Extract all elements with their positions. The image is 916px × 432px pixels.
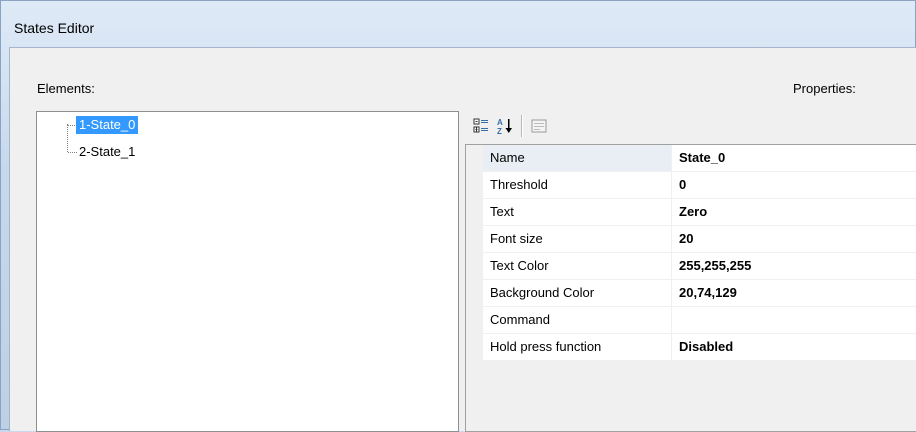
tree-item-state-0[interactable]: 1-State_0: [76, 116, 139, 134]
window-title: States Editor: [14, 20, 95, 36]
property-name: Hold press function: [483, 334, 672, 360]
property-name: Text: [483, 199, 672, 225]
row-margin: [466, 307, 483, 333]
row-margin: [466, 280, 483, 306]
property-row-hold-press-function[interactable]: Hold press function Disabled: [466, 334, 916, 361]
tree-item-state-1[interactable]: 2-State_1: [76, 143, 138, 161]
property-row-text[interactable]: Text Zero: [466, 199, 916, 226]
svg-text:A: A: [497, 118, 503, 127]
property-list: Name State_0 Threshold 0 Text Zero Font …: [466, 145, 916, 361]
property-row-font-size[interactable]: Font size 20: [466, 226, 916, 253]
property-name: Text Color: [483, 253, 672, 279]
row-margin: [466, 226, 483, 252]
tree-connector-line: [67, 124, 68, 152]
property-value[interactable]: 0: [672, 172, 916, 198]
property-row-name[interactable]: Name State_0: [466, 145, 916, 172]
alphabetical-button[interactable]: A Z: [495, 116, 515, 136]
property-row-threshold[interactable]: Threshold 0: [466, 172, 916, 199]
property-row-command[interactable]: Command: [466, 307, 916, 334]
row-margin: [466, 199, 483, 225]
categorized-icon: [473, 118, 488, 133]
property-grid[interactable]: Name State_0 Threshold 0 Text Zero Font …: [465, 144, 916, 432]
alphabetical-sort-icon: A Z: [497, 118, 512, 135]
title-bar[interactable]: States Editor: [1, 1, 916, 47]
property-value[interactable]: Zero: [672, 199, 916, 225]
properties-label: Properties:: [793, 81, 856, 96]
property-value[interactable]: [672, 307, 916, 333]
row-margin: [466, 172, 483, 198]
svg-text:Z: Z: [497, 127, 502, 135]
dialog-client-area: Elements: Properties: 1-State_0 2-State_…: [9, 47, 916, 432]
property-name: Background Color: [483, 280, 672, 306]
property-value[interactable]: 20,74,129: [672, 280, 916, 306]
categorized-button[interactable]: [471, 116, 491, 136]
property-row-background-color[interactable]: Background Color 20,74,129: [466, 280, 916, 307]
property-value[interactable]: 20: [672, 226, 916, 252]
property-name: Font size: [483, 226, 672, 252]
toolbar-separator: [521, 115, 523, 137]
property-pages-button[interactable]: [529, 116, 549, 136]
property-name: Command: [483, 307, 672, 333]
property-pages-icon: [531, 119, 547, 133]
states-editor-window: States Editor Elements: Properties: 1-St…: [0, 0, 916, 432]
property-name: Threshold: [483, 172, 672, 198]
property-value[interactable]: Disabled: [672, 334, 916, 360]
property-grid-toolbar: A Z: [465, 111, 916, 141]
property-row-text-color[interactable]: Text Color 255,255,255: [466, 253, 916, 280]
row-margin: [466, 253, 483, 279]
row-margin: [466, 334, 483, 360]
property-name: Name: [483, 145, 672, 171]
row-margin: [466, 145, 483, 171]
property-value[interactable]: 255,255,255: [672, 253, 916, 279]
elements-tree[interactable]: 1-State_0 2-State_1: [36, 111, 459, 432]
elements-label: Elements:: [37, 81, 95, 96]
property-value[interactable]: State_0: [672, 145, 916, 171]
